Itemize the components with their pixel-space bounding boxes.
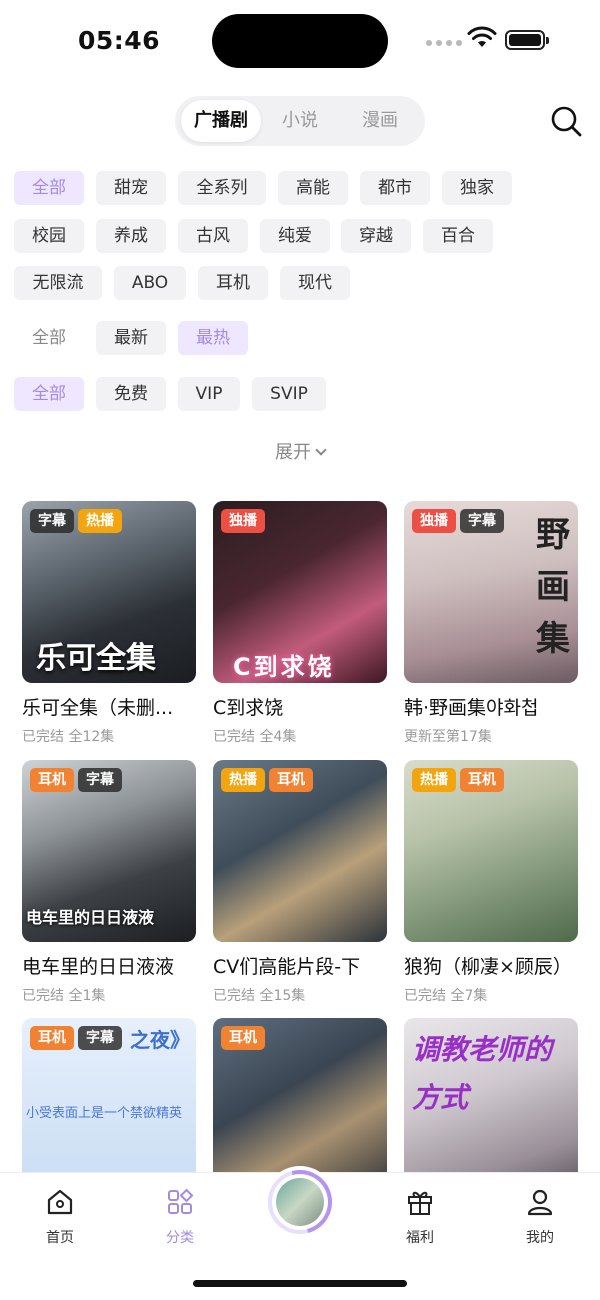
cover-title: 乐可全集 [36,641,156,676]
badge-earphone: 耳机 [269,768,313,792]
drama-cover[interactable]: 独播 C到求饶 [213,501,387,683]
drama-cover[interactable]: 热播 耳机 [404,760,578,942]
drama-card[interactable]: 独播 C到求饶 C到求饶 已完结 全4集 [213,501,387,746]
drama-cover[interactable]: 耳机 字幕 电车里的日日液液 [22,760,196,942]
drama-meta: 已完结 全12集 [22,729,115,745]
tab-novel[interactable]: 小说 [261,100,339,142]
wifi-icon [467,26,497,47]
badge-earphone: 耳机 [30,1026,74,1050]
badge-exclusive: 独播 [412,509,456,533]
category-icon [168,1188,194,1214]
gift-icon [408,1191,432,1215]
drama-title: C到求饶 [213,697,284,719]
badge-hot: 热播 [221,768,265,792]
chip-genre[interactable]: 全系列 [178,171,266,205]
home-icon [47,1189,73,1215]
badge-subtitle: 字幕 [460,509,504,533]
home-indicator [193,1280,407,1287]
chevron-down-icon [315,444,327,456]
chip-genre[interactable]: ABO [114,266,186,300]
cover-subtitle: 小受表面上是一个禁欲精英 [26,1106,183,1121]
nav-label: 分类 [166,1230,194,1246]
expand-label: 展开 [275,442,311,463]
status-bar: 05:46 [0,0,600,80]
status-time: 05:46 [78,26,161,55]
search-icon[interactable] [549,104,583,138]
drama-title: CV们高能片段-下 [213,956,361,978]
chip-genre[interactable]: 古风 [178,219,248,253]
chip-price[interactable]: VIP [178,377,240,411]
cover-title: 电车里的日日液液 [26,908,155,927]
chip-price[interactable]: SVIP [252,377,326,411]
badge-hot: 热播 [78,509,122,533]
drama-meta: 已完结 全4集 [213,729,297,745]
drama-card[interactable]: 热播 耳机 狼狗（柳凄×顾辰） 已完结 全7集 [404,760,578,1005]
drama-meta: 已完结 全1集 [22,988,106,1004]
drama-cover[interactable]: 热播 耳机 [213,760,387,942]
drama-title: 乐可全集（未删... [22,697,174,719]
chip-genre[interactable]: 现代 [280,266,350,300]
nav-profile[interactable]: 我的 [500,1187,580,1247]
nav-welfare[interactable]: 福利 [380,1187,460,1247]
drama-card[interactable]: 字幕 热播 乐可全集 乐可全集（未删... 已完结 全12集 [22,501,196,746]
chip-genre[interactable]: 百合 [423,219,493,253]
album-art [276,1178,324,1226]
chip-genre[interactable]: 独家 [442,171,512,205]
chip-genre[interactable]: 穿越 [341,219,411,253]
cover-title: C到求饶 [233,653,335,681]
drama-card[interactable]: 耳机 字幕 电车里的日日液液 电车里的日日液液 已完结 全1集 [22,760,196,1005]
badge-exclusive: 独播 [221,509,265,533]
drama-meta: 更新至第17集 [404,729,492,745]
nav-label: 首页 [46,1230,74,1246]
drama-meta: 已完结 全15集 [213,988,306,1004]
badge-subtitle: 字幕 [78,1026,122,1050]
user-icon [527,1189,553,1216]
badge-earphone: 耳机 [221,1026,265,1050]
cover-title: 调教老师的方式 [412,1033,553,1114]
content-type-tabs: 广播剧 小说 漫画 [175,96,425,146]
badge-hot: 热播 [412,768,456,792]
chip-genre[interactable]: 养成 [96,219,166,253]
now-playing-button[interactable] [264,1166,336,1238]
badge-earphone: 耳机 [460,768,504,792]
chip-price[interactable]: 全部 [14,377,84,411]
badge-subtitle: 字幕 [78,768,122,792]
chip-genre[interactable]: 无限流 [14,266,102,300]
chip-genre[interactable]: 高能 [278,171,348,205]
chip-price[interactable]: 免费 [96,377,166,411]
nav-category[interactable]: 分类 [140,1187,220,1247]
cover-title: 之夜》 [130,1028,190,1052]
chip-sort[interactable]: 全部 [14,321,84,355]
chip-genre[interactable]: 全部 [14,171,84,205]
chip-genre[interactable]: 都市 [360,171,430,205]
drama-card[interactable]: 热播 耳机 CV们高能片段-下 已完结 全15集 [213,760,387,1005]
chip-genre[interactable]: 耳机 [198,266,268,300]
drama-title: 狼狗（柳凄×顾辰） [404,956,572,978]
drama-title: 电车里的日日液液 [22,956,175,978]
expand-filters-button[interactable]: 展开 [0,438,600,464]
tab-radio-drama[interactable]: 广播剧 [181,100,261,142]
drama-cover[interactable]: 字幕 热播 乐可全集 [22,501,196,683]
drama-cover[interactable]: 独播 字幕 野画集 [404,501,578,683]
chip-genre[interactable]: 纯爱 [260,219,330,253]
drama-meta: 已完结 全7集 [404,988,488,1004]
nav-label: 福利 [406,1230,434,1246]
tab-comic[interactable]: 漫画 [341,100,419,142]
chip-sort[interactable]: 最新 [96,321,166,355]
cover-title: 野画集 [536,515,570,659]
chip-genre[interactable]: 校园 [14,219,84,253]
chip-genre[interactable]: 甜宠 [96,171,166,205]
drama-title: 韩·野画集야화첩 [404,697,539,719]
nav-label: 我的 [526,1230,554,1246]
dynamic-island [212,14,388,68]
nav-home[interactable]: 首页 [20,1187,100,1247]
badge-earphone: 耳机 [30,768,74,792]
chip-sort[interactable]: 最热 [178,321,248,355]
drama-card[interactable]: 独播 字幕 野画集 韩·野画集야화첩 更新至第17集 [404,501,578,746]
battery-icon [505,30,549,50]
badge-subtitle: 字幕 [30,509,74,533]
signal-icon [426,40,462,46]
